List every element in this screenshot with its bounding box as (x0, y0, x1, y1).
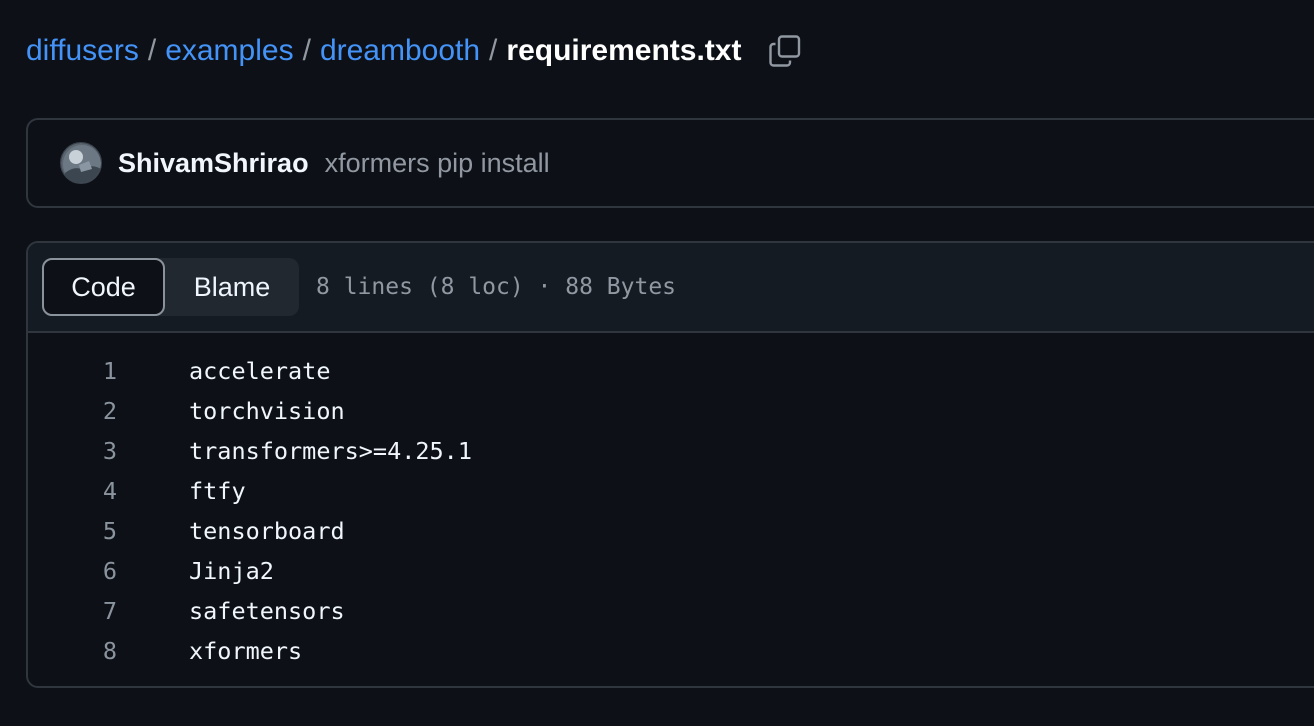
line-text: safetensors (189, 597, 345, 625)
current-file-name: requirements.txt (506, 34, 742, 67)
view-mode-toggle: Code Blame (42, 258, 299, 316)
copy-path-button[interactable] (767, 33, 803, 69)
breadcrumb-separator: / (489, 34, 498, 67)
line-number[interactable]: 5 (28, 517, 117, 545)
line-text: xformers (189, 637, 303, 665)
file-viewer: Code Blame 8 lines (8 loc) · 88 Bytes 1 … (26, 241, 1314, 688)
file-header: Code Blame 8 lines (8 loc) · 88 Bytes (28, 243, 1314, 333)
line-text: ftfy (189, 477, 246, 505)
line-number[interactable]: 1 (28, 357, 117, 385)
line-number[interactable]: 6 (28, 557, 117, 585)
code-line: 2 torchvision (28, 391, 1314, 431)
avatar[interactable] (60, 142, 102, 184)
line-number[interactable]: 4 (28, 477, 117, 505)
file-view-page: diffusers / examples / dreambooth / requ… (0, 0, 1314, 726)
line-number[interactable]: 8 (28, 637, 117, 665)
code-line: 1 accelerate (28, 351, 1314, 391)
commit-message-link[interactable]: xformers pip install (325, 148, 550, 179)
tab-code[interactable]: Code (42, 258, 165, 316)
code-line: 6 Jinja2 (28, 551, 1314, 591)
line-number[interactable]: 2 (28, 397, 117, 425)
file-stats: 8 lines (8 loc) · 88 Bytes (316, 274, 677, 300)
code-content: 1 accelerate 2 torchvision 3 transformer… (28, 333, 1314, 671)
line-text: Jinja2 (189, 557, 274, 585)
breadcrumb-separator: / (147, 34, 157, 67)
line-number[interactable]: 3 (28, 437, 117, 465)
breadcrumb-separator: / (302, 34, 311, 67)
code-line: 5 tensorboard (28, 511, 1314, 551)
code-line: 8 xformers (28, 631, 1314, 671)
code-line: 4 ftfy (28, 471, 1314, 511)
avatar-image (61, 143, 101, 183)
line-text: accelerate (189, 357, 331, 385)
code-line: 3 transformers>=4.25.1 (28, 431, 1314, 471)
breadcrumb-link-examples[interactable]: examples (165, 34, 293, 68)
line-text: torchvision (189, 397, 345, 425)
line-text: transformers>=4.25.1 (189, 437, 472, 465)
breadcrumb-link-dreambooth[interactable]: dreambooth (320, 34, 480, 68)
code-line: 7 safetensors (28, 591, 1314, 631)
copy-icon (769, 35, 801, 67)
line-text: tensorboard (189, 517, 345, 545)
latest-commit-box: ShivamShrirao xformers pip install (26, 118, 1314, 208)
line-number[interactable]: 7 (28, 597, 117, 625)
tab-blame[interactable]: Blame (165, 258, 299, 316)
commit-author-link[interactable]: ShivamShrirao (118, 148, 309, 179)
breadcrumb-link-repo[interactable]: diffusers (26, 34, 139, 68)
breadcrumb: diffusers / examples / dreambooth / requ… (26, 28, 803, 74)
